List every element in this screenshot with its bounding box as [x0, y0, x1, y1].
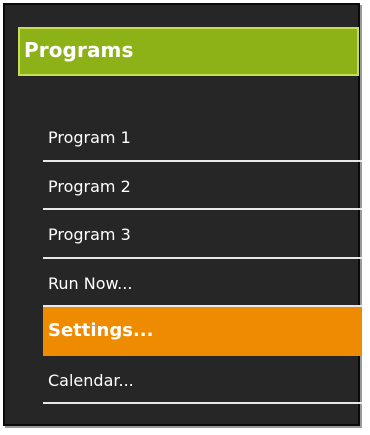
panel-title: Programs: [24, 38, 134, 62]
menu-item-label: Run Now...: [48, 273, 133, 293]
menu-item-settings[interactable]: Settings...: [43, 307, 362, 356]
menu-item-program-1[interactable]: Program 1: [43, 113, 362, 162]
programs-panel: Programs Program 1 Program 2 Program 3 R…: [3, 3, 362, 426]
menu-item-run-now[interactable]: Run Now...: [43, 259, 362, 307]
menu-item-calendar[interactable]: Calendar...: [43, 356, 362, 404]
menu-item-program-3[interactable]: Program 3: [43, 210, 362, 259]
menu-item-label: Program 1: [48, 128, 131, 147]
menu-item-label: Program 2: [48, 176, 131, 196]
menu-item-label: Settings...: [48, 320, 154, 341]
panel-header: Programs: [18, 27, 359, 76]
programs-menu: Program 1 Program 2 Program 3 Run Now...…: [43, 113, 362, 404]
menu-item-program-2[interactable]: Program 2: [43, 162, 362, 210]
menu-item-label: Program 3: [48, 225, 131, 244]
menu-item-label: Calendar...: [48, 370, 134, 390]
